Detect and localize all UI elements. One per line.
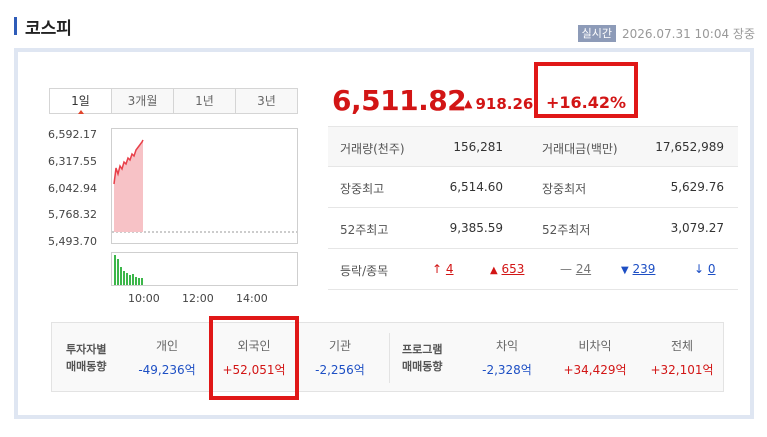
col-value: -49,236억 [138,363,196,377]
tab-1year[interactable]: 1년 [174,89,236,113]
col-header: 외국인 [237,339,271,353]
stat-value: 156,281 [453,140,503,154]
change-value: 918.26 [475,95,534,113]
page-title: 코스피 [14,14,72,39]
stat-value: 5,629.76 [670,180,724,194]
program-label-line2: 매매동향 [402,360,443,373]
volume-bar [120,267,122,285]
change-percent: +16.42% [546,93,627,112]
down-triangle-icon: ▼ [621,265,629,276]
advancers-count: 653 [501,262,525,276]
period-tabs: 1일 3개월 1년 3년 [49,88,298,114]
upper-limit[interactable]: ↑ 4 [432,262,454,276]
x-tick-label: 10:00 [128,292,160,305]
investor-foreign: 외국인 +52,051억 [214,337,294,378]
col-value: +34,429억 [563,363,627,377]
upper-limit-icon: ↑ [432,262,443,276]
realtime-badge: 실시간 [577,25,616,42]
col-header: 기관 [328,339,352,353]
col-header: 비차익 [578,339,612,353]
breadth-row: 등락/종목 ↑ 4 ▲ 653 — 24 ▼ 239 ↓ 0 [328,249,738,290]
stats-table: 거래량(천주) 156,281 거래대금(백만) 17,652,989 장중최고… [328,126,738,290]
tab-3month[interactable]: 3개월 [112,89,174,113]
y-tick-label: 6,592.17 [48,128,97,141]
decliners-count: 239 [632,262,656,276]
flat-dash-icon: — [560,262,572,276]
timestamp: 2026.07.31 10:04 장중 [622,27,755,41]
investor-label-line2: 매매동향 [66,360,107,373]
volume-bar [123,271,125,285]
x-tick-label: 12:00 [182,292,214,305]
stat-label: 거래대금(백만) [542,142,618,156]
realtime-status: 실시간 2026.07.31 10:04 장중 [577,25,755,42]
lower-limit-icon: ↓ [694,262,705,276]
price-change: ▲ 918.26 [464,95,533,113]
program-arbitrage: 차익 -2,328억 [472,337,542,378]
stat-label: 52주최저 [542,223,591,237]
stat-label: 거래량(천주) [340,142,405,156]
col-header: 전체 [670,339,694,353]
breadth-label: 등락/종목 [340,264,389,278]
decliners[interactable]: ▼ 239 [621,262,655,276]
investor-summary: 투자자별 매매동향 개인 -49,236억 외국인 +52,051억 기관 -2… [51,322,724,392]
col-value: -2,328억 [482,363,532,377]
section-divider [389,333,390,383]
stat-label: 장중최고 [340,182,385,196]
stat-row: 52주최고 9,385.59 52주최저 3,079.27 [328,208,738,249]
investor-individual: 개인 -49,236억 [134,337,200,378]
volume-bar [117,259,119,285]
investor-section-label: 투자자별 매매동향 [66,341,106,375]
program-section-label: 프로그램 매매동향 [402,341,442,375]
tab-3year[interactable]: 3년 [236,89,297,113]
volume-bar [114,255,116,285]
volume-bar [135,277,137,285]
current-price: 6,511.82 [332,84,467,117]
advancers[interactable]: ▲ 653 [490,262,524,276]
y-tick-label: 6,317.55 [48,155,97,168]
intraday-chart [111,128,298,286]
unchanged[interactable]: — 24 [560,262,591,276]
up-arrow-icon: ▲ [464,97,473,110]
unchanged-count: 24 [575,262,592,276]
investor-label-line1: 투자자별 [66,343,107,356]
lower-limit[interactable]: ↓ 0 [694,262,716,276]
stat-row: 거래량(천주) 156,281 거래대금(백만) 17,652,989 [328,126,738,167]
investor-institution: 기관 -2,256억 [307,337,373,378]
program-non-arbitrage: 비차익 +34,429억 [555,337,635,378]
y-tick-label: 5,768.32 [48,208,97,221]
col-header: 개인 [155,339,179,353]
col-value: +32,101억 [650,363,714,377]
col-header: 차익 [495,339,519,353]
index-panel: 1일 3개월 1년 3년 6,592.17 6,317.55 6,042.94 … [14,48,754,419]
stat-label: 장중최저 [542,182,587,196]
col-value: +52,051억 [222,363,286,377]
tab-1day[interactable]: 1일 [50,89,112,114]
program-label-line1: 프로그램 [402,343,443,356]
volume-bar [129,275,131,285]
lower-limit-count: 0 [707,262,716,276]
col-value: -2,256억 [315,363,365,377]
stat-label: 52주최고 [340,223,389,237]
index-title: 코스피 [25,18,72,39]
volume-bar [126,273,128,285]
upper-limit-count: 4 [445,262,454,276]
stat-value: 6,514.60 [449,180,503,194]
title-marker [14,17,17,35]
volume-bar [138,278,140,285]
up-triangle-icon: ▲ [490,265,498,276]
stat-value: 9,385.59 [449,221,503,235]
stat-row: 장중최고 6,514.60 장중최저 5,629.76 [328,167,738,208]
volume-bar [141,278,143,285]
stat-value: 3,079.27 [670,221,724,235]
x-tick-label: 14:00 [236,292,268,305]
y-tick-label: 6,042.94 [48,182,97,195]
y-tick-label: 5,493.70 [48,235,97,248]
stat-value: 17,652,989 [655,140,724,154]
program-total: 전체 +32,101억 [642,337,722,378]
volume-bar [132,274,134,285]
